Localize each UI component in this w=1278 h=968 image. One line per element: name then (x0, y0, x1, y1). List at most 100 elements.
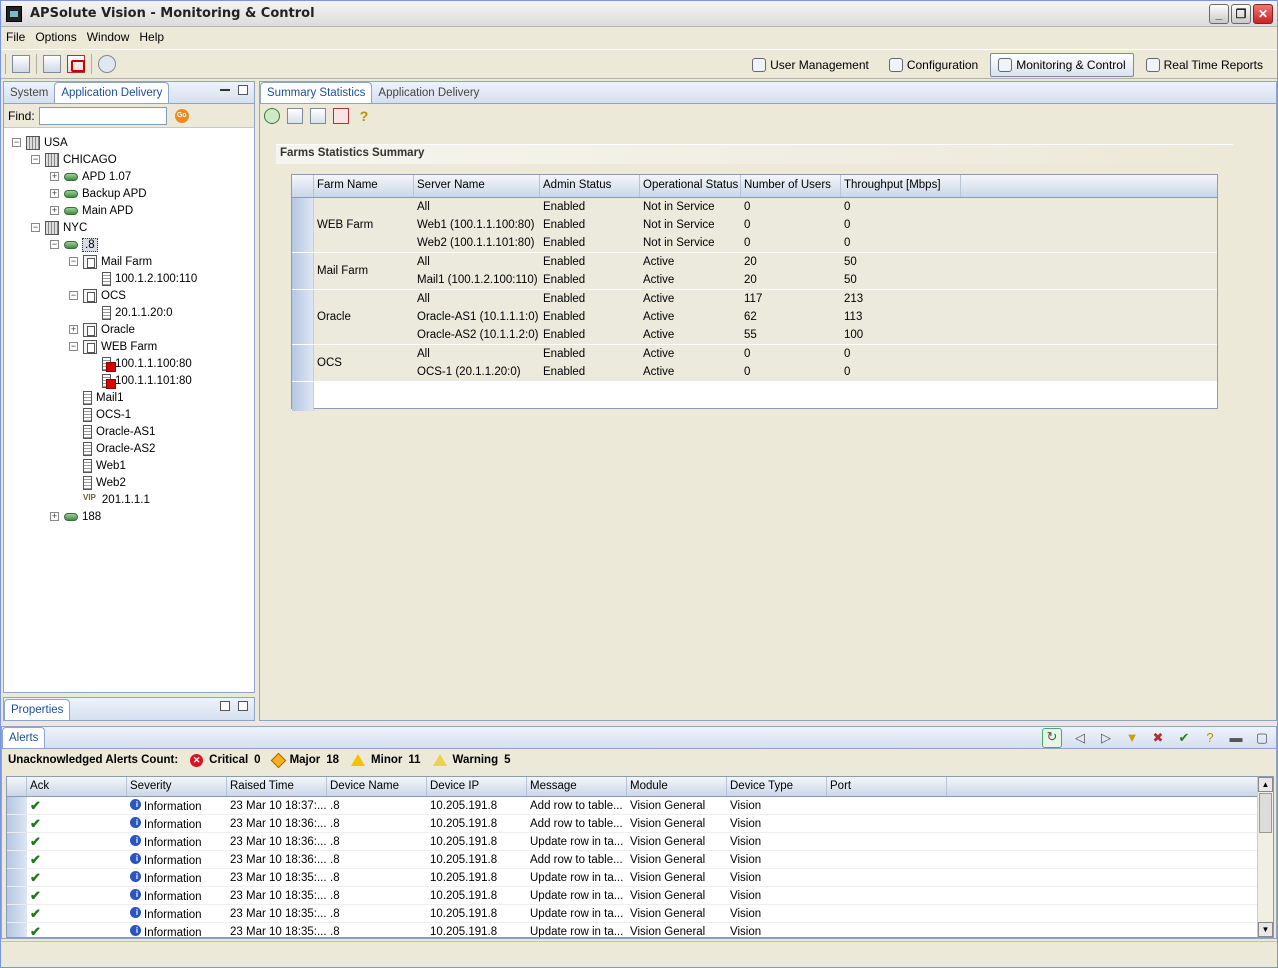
column-header[interactable]: Throughput [Mbps] (841, 175, 961, 197)
collapse-icon[interactable]: − (50, 240, 59, 249)
column-header[interactable]: Device IP (427, 777, 527, 796)
expand-icon[interactable]: + (50, 172, 59, 181)
table-row[interactable]: OCS-1 (20.1.1.20:0) Enabled Active 0 0 (414, 363, 1217, 381)
tree-node-20-1-1-20-0[interactable]: 20.1.1.20:0 (88, 304, 173, 321)
table-row[interactable]: All Enabled Not in Service 0 0 (414, 198, 1217, 216)
tab-summary-statistics[interactable]: Summary Statistics (260, 82, 373, 103)
alert-row[interactable]: ✔ i Information 23 Mar 10 18:35:... .8 10.205… (7, 887, 1273, 905)
minimize-view-icon[interactable]: ▬ (1228, 730, 1244, 746)
help-icon[interactable]: ? (1202, 730, 1218, 746)
tree-node-188[interactable]: +188 (50, 508, 101, 525)
tree-node--8[interactable]: − .8 (50, 236, 98, 253)
tree-node-oracle-as2[interactable]: Oracle-AS2 (69, 440, 155, 457)
pdf-export-icon[interactable] (67, 55, 85, 73)
perspective-monitoring-control[interactable]: Monitoring & Control (990, 53, 1134, 77)
auto-refresh-icon[interactable]: ↻ (1042, 728, 1062, 748)
column-header[interactable]: Device Name (327, 777, 427, 796)
collapse-icon[interactable]: − (12, 138, 21, 147)
tree-node-ocs-1[interactable]: OCS-1 (69, 406, 131, 423)
tree-node-nyc[interactable]: − NYC (31, 219, 87, 236)
pdf-icon[interactable] (333, 108, 349, 124)
collapse-icon[interactable]: − (31, 223, 40, 232)
table-row[interactable]: Web2 (100.1.1.101:80) Enabled Not in Servi… (414, 234, 1217, 252)
clear-alerts-icon[interactable]: ✖ (1150, 730, 1166, 746)
menu-help[interactable]: Help (134, 30, 169, 44)
tab-application-delivery-editor[interactable]: Application Delivery (372, 83, 485, 103)
table-row[interactable]: All Enabled Active 117 213 (414, 290, 1217, 308)
ack-check-icon[interactable]: ✔ (27, 834, 127, 850)
ack-check-icon[interactable]: ✔ (27, 924, 127, 938)
perspective-real-time-reports[interactable]: Real Time Reports (1138, 53, 1271, 77)
collapse-icon[interactable]: − (69, 342, 78, 351)
column-header[interactable]: Ack (27, 777, 127, 796)
go-button[interactable]: Go (174, 108, 189, 123)
find-input[interactable] (38, 106, 167, 125)
alert-row[interactable]: ✔ i Information 23 Mar 10 18:35:... .8 10.205… (7, 923, 1273, 938)
export-icon[interactable] (287, 108, 303, 124)
table-row[interactable]: All Enabled Active 20 50 (414, 253, 1217, 271)
expand-icon[interactable]: + (50, 189, 59, 198)
tree-node-chicago[interactable]: − CHICAGO (31, 151, 117, 168)
tab-application-delivery[interactable]: Application Delivery (54, 82, 170, 103)
scroll-up-icon[interactable]: ▲ (1258, 777, 1273, 792)
table-row[interactable]: Oracle-AS2 (10.1.1.2:0) Enabled Active 55 10… (414, 326, 1217, 344)
maximize-view-icon[interactable] (238, 701, 248, 711)
next-icon[interactable]: ▷ (1098, 730, 1114, 746)
expand-icon[interactable]: + (50, 206, 59, 215)
column-header[interactable]: Raised Time (227, 777, 327, 796)
maximize-view-icon[interactable] (238, 85, 248, 95)
alert-row[interactable]: ✔ i Information 23 Mar 10 18:36:... .8 10.205… (7, 815, 1273, 833)
tree-node-backup-apd[interactable]: + Backup APD (50, 185, 147, 202)
close-button[interactable]: ✕ (1253, 4, 1273, 24)
ack-check-icon[interactable]: ✔ (27, 816, 127, 832)
tree-node-mail1[interactable]: Mail1 (69, 389, 123, 406)
table-row[interactable]: Web1 (100.1.1.100:80) Enabled Not in Servi… (414, 216, 1217, 234)
expand-icon[interactable]: + (69, 325, 78, 334)
menu-window[interactable]: Window (82, 30, 135, 44)
minimize-view-icon[interactable] (220, 89, 230, 91)
column-header[interactable]: Number of Users (741, 175, 841, 197)
tree-node-oracle-as1[interactable]: Oracle-AS1 (69, 423, 155, 440)
scroll-down-icon[interactable]: ▼ (1258, 922, 1273, 937)
tree-node-ocs[interactable]: − OCS (69, 287, 126, 304)
ack-check-icon[interactable]: ✔ (27, 888, 127, 904)
count-critical[interactable]: ✕ Critical 0 (190, 753, 261, 767)
column-header[interactable]: Server Name (414, 175, 540, 197)
column-header[interactable]: Module (627, 777, 727, 796)
menu-options[interactable]: Options (30, 30, 81, 44)
table-row[interactable]: All Enabled Active 0 0 (414, 345, 1217, 363)
tree-node-web2[interactable]: Web2 (69, 474, 126, 491)
column-header[interactable]: Severity (127, 777, 227, 796)
tree-node-100-1-1-101-80[interactable]: 100.1.1.101:80 (88, 372, 192, 389)
collapse-icon[interactable]: − (69, 291, 78, 300)
tree-node-web1[interactable]: Web1 (69, 457, 126, 474)
column-header[interactable]: Operational Status (640, 175, 741, 197)
ack-check-icon[interactable]: ✔ (27, 906, 127, 922)
restore-view-icon[interactable] (220, 701, 230, 711)
alert-row[interactable]: ✔ i Information 23 Mar 10 18:36:... .8 10.205… (7, 833, 1273, 851)
collapse-icon[interactable]: − (31, 155, 40, 164)
refresh-icon[interactable] (264, 108, 280, 124)
scroll-thumb[interactable] (1259, 793, 1272, 833)
tab-alerts[interactable]: Alerts (2, 727, 46, 748)
tree-node-mail-farm[interactable]: − Mail Farm (69, 253, 152, 270)
count-warning[interactable]: Warning 5 (432, 754, 511, 766)
expand-icon[interactable]: + (50, 512, 59, 521)
column-header[interactable]: Device Type (727, 777, 827, 796)
title-bar[interactable]: APSolute Vision - Monitoring & Control _… (1, 1, 1277, 27)
table-row[interactable]: Oracle-AS1 (10.1.1.1:0) Enabled Active 62 11… (414, 308, 1217, 326)
sync-icon[interactable] (98, 55, 116, 73)
report-icon[interactable] (43, 55, 61, 73)
ack-check-icon[interactable]: ✔ (27, 852, 127, 868)
tree-node-100-1-1-100-80[interactable]: 100.1.1.100:80 (88, 355, 192, 372)
column-header[interactable]: Port (827, 777, 947, 796)
tab-properties[interactable]: Properties (4, 699, 71, 720)
column-header[interactable]: Farm Name (314, 175, 414, 197)
filter-icon[interactable]: ▼ (1124, 730, 1140, 746)
acknowledge-all-icon[interactable]: ✔ (1176, 730, 1192, 746)
tree-node-100-1-2-100-110[interactable]: 100.1.2.100:110 (88, 270, 197, 287)
tree-node-usa[interactable]: − USA (12, 134, 68, 151)
alert-row[interactable]: ✔ i Information 23 Mar 10 18:36:... .8 10.205… (7, 851, 1273, 869)
perspective-user-management[interactable]: User Management (744, 53, 877, 77)
tree-node-main-apd[interactable]: + Main APD (50, 202, 133, 219)
